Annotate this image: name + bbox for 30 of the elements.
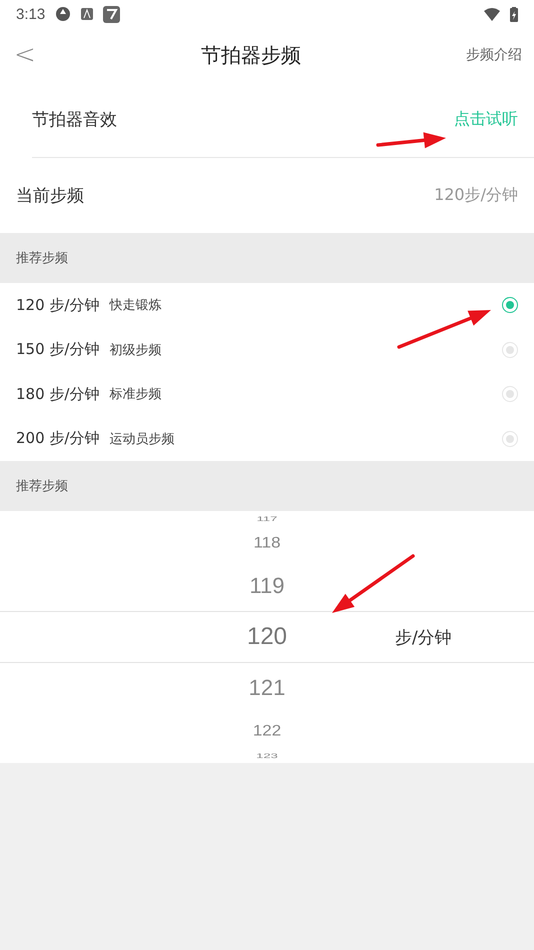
app-icon [103, 6, 120, 22]
rate-label: 200 步/分钟 [16, 429, 100, 448]
picker-number: 118 [253, 534, 281, 552]
setting-value: 120步/分钟 [434, 185, 518, 206]
unit-label: 步/分钟 [395, 626, 452, 648]
section-title: 推荐步频 [16, 250, 68, 267]
rate-description: 运动员步频 [109, 430, 176, 448]
picker-number: 120 [246, 623, 288, 651]
back-button[interactable]: < [14, 40, 36, 70]
rate-description: 标准步频 [109, 386, 162, 404]
rate-label: 180 步/分钟 [16, 384, 100, 404]
app-icon [55, 6, 72, 22]
intro-link[interactable]: 步频介绍 [466, 46, 522, 64]
battery-icon [510, 6, 518, 22]
setting-label: 节拍器音效 [32, 109, 117, 131]
annotation-arrow [376, 132, 446, 148]
rate-description: 初级步频 [109, 342, 162, 359]
rate-label: 120 步/分钟 [16, 296, 100, 315]
page-title: 节拍器步频 [200, 42, 301, 68]
rate-description: 快走锻炼 [109, 297, 162, 314]
app-icon [81, 8, 94, 20]
status-time: 3:13 [16, 6, 46, 22]
picker-number: 122 [252, 722, 282, 740]
section-title: 推荐步频 [16, 478, 68, 495]
radio-button[interactable] [502, 297, 518, 314]
picker-number: 119 [249, 573, 285, 599]
wifi-icon [484, 8, 500, 20]
picker-number: 121 [248, 675, 286, 701]
rate-label: 150 步/分钟 [16, 340, 100, 360]
setting-label: 当前步频 [16, 185, 84, 207]
